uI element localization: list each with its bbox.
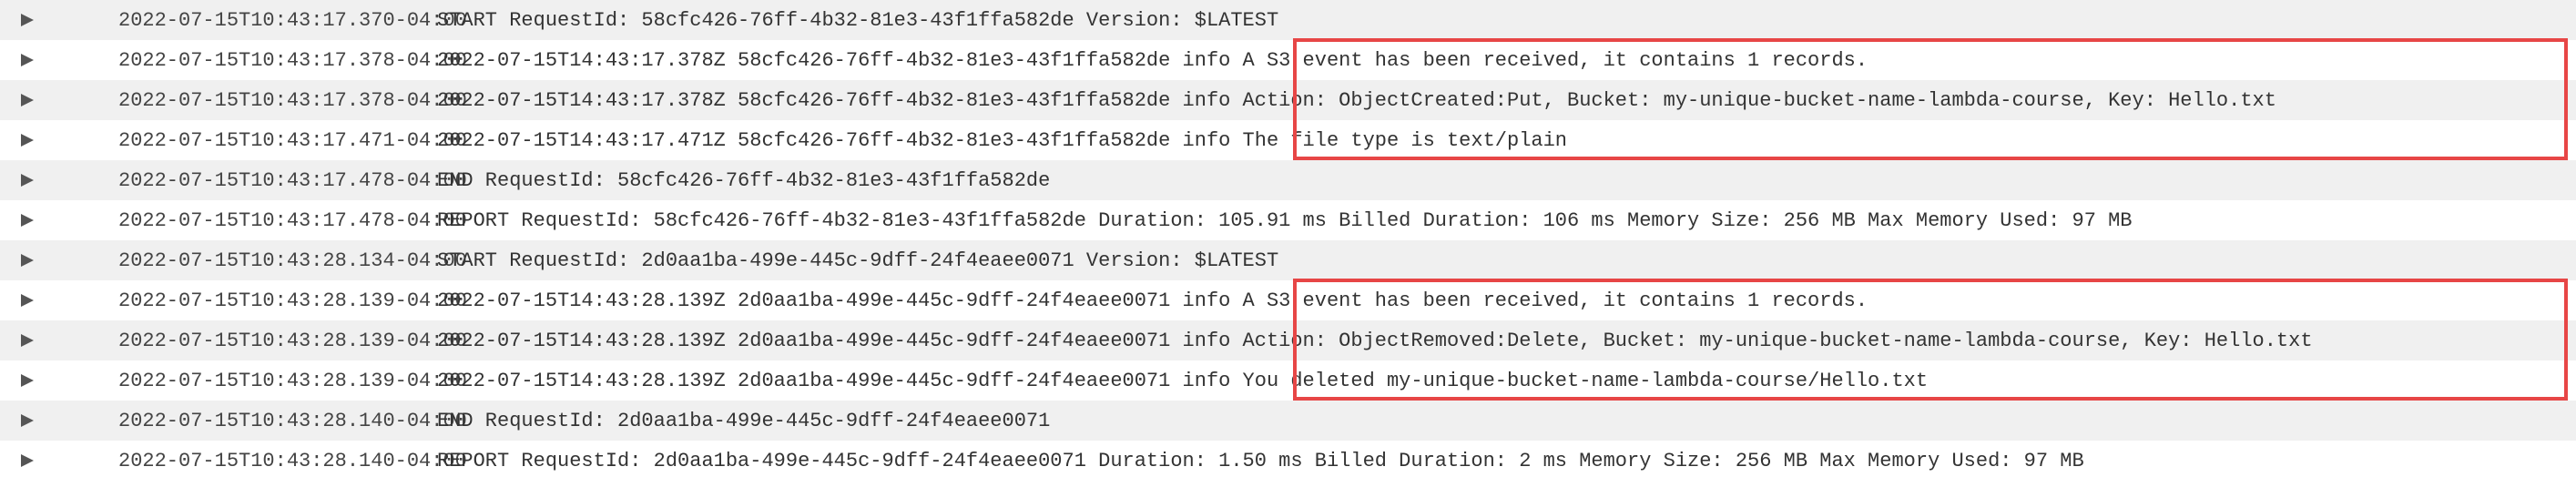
log-timestamp: 2022-07-15T10:43:17.478-04:00: [55, 169, 437, 192]
expand-icon[interactable]: [0, 374, 55, 387]
log-row[interactable]: 2022-07-15T10:43:28.140-04:00 REPORT Req…: [0, 441, 2576, 481]
log-message: REPORT RequestId: 2d0aa1ba-499e-445c-9df…: [437, 450, 2576, 472]
log-timestamp: 2022-07-15T10:43:28.140-04:00: [55, 410, 437, 432]
log-row[interactable]: 2022-07-15T10:43:28.139-04:00 2022-07-15…: [0, 280, 2576, 320]
log-timestamp: 2022-07-15T10:43:28.139-04:00: [55, 330, 437, 352]
log-row[interactable]: 2022-07-15T10:43:17.378-04:00 2022-07-15…: [0, 40, 2576, 80]
log-message: START RequestId: 2d0aa1ba-499e-445c-9dff…: [437, 249, 2576, 272]
log-row[interactable]: 2022-07-15T10:43:28.139-04:00 2022-07-15…: [0, 320, 2576, 360]
expand-icon[interactable]: [0, 94, 55, 107]
log-message: END RequestId: 58cfc426-76ff-4b32-81e3-4…: [437, 169, 2576, 192]
log-timestamp: 2022-07-15T10:43:28.140-04:00: [55, 450, 437, 472]
log-message: 2022-07-15T14:43:28.139Z 2d0aa1ba-499e-4…: [437, 289, 2576, 312]
log-timestamp: 2022-07-15T10:43:17.478-04:00: [55, 209, 437, 232]
expand-icon[interactable]: [0, 14, 55, 26]
log-row[interactable]: 2022-07-15T10:43:17.378-04:00 2022-07-15…: [0, 80, 2576, 120]
log-row[interactable]: 2022-07-15T10:43:28.139-04:00 2022-07-15…: [0, 360, 2576, 401]
expand-icon[interactable]: [0, 134, 55, 147]
log-row[interactable]: 2022-07-15T10:43:17.478-04:00 REPORT Req…: [0, 200, 2576, 240]
expand-icon[interactable]: [0, 334, 55, 347]
log-message: REPORT RequestId: 58cfc426-76ff-4b32-81e…: [437, 209, 2576, 232]
expand-icon[interactable]: [0, 414, 55, 427]
log-message: 2022-07-15T14:43:17.378Z 58cfc426-76ff-4…: [437, 49, 2576, 72]
log-row[interactable]: 2022-07-15T10:43:28.140-04:00 END Reques…: [0, 401, 2576, 441]
log-timestamp: 2022-07-15T10:43:17.370-04:00: [55, 9, 437, 32]
log-message: END RequestId: 2d0aa1ba-499e-445c-9dff-2…: [437, 410, 2576, 432]
log-message: 2022-07-15T14:43:28.139Z 2d0aa1ba-499e-4…: [437, 370, 2576, 392]
log-row[interactable]: 2022-07-15T10:43:28.134-04:00 START Requ…: [0, 240, 2576, 280]
expand-icon[interactable]: [0, 294, 55, 307]
expand-icon[interactable]: [0, 214, 55, 227]
log-timestamp: 2022-07-15T10:43:28.139-04:00: [55, 370, 437, 392]
log-timestamp: 2022-07-15T10:43:17.471-04:00: [55, 129, 437, 152]
log-message: 2022-07-15T14:43:17.378Z 58cfc426-76ff-4…: [437, 89, 2576, 112]
log-message: 2022-07-15T14:43:28.139Z 2d0aa1ba-499e-4…: [437, 330, 2576, 352]
log-table: 2022-07-15T10:43:17.370-04:00 START Requ…: [0, 0, 2576, 481]
expand-icon[interactable]: [0, 54, 55, 66]
log-timestamp: 2022-07-15T10:43:17.378-04:00: [55, 49, 437, 72]
log-timestamp: 2022-07-15T10:43:17.378-04:00: [55, 89, 437, 112]
expand-icon[interactable]: [0, 174, 55, 187]
log-row[interactable]: 2022-07-15T10:43:17.478-04:00 END Reques…: [0, 160, 2576, 200]
log-message: START RequestId: 58cfc426-76ff-4b32-81e3…: [437, 9, 2576, 32]
log-row[interactable]: 2022-07-15T10:43:17.370-04:00 START Requ…: [0, 0, 2576, 40]
log-viewer: 2022-07-15T10:43:17.370-04:00 START Requ…: [0, 0, 2576, 481]
log-message: 2022-07-15T14:43:17.471Z 58cfc426-76ff-4…: [437, 129, 2576, 152]
log-timestamp: 2022-07-15T10:43:28.139-04:00: [55, 289, 437, 312]
expand-icon[interactable]: [0, 454, 55, 467]
log-timestamp: 2022-07-15T10:43:28.134-04:00: [55, 249, 437, 272]
expand-icon[interactable]: [0, 254, 55, 267]
log-row[interactable]: 2022-07-15T10:43:17.471-04:00 2022-07-15…: [0, 120, 2576, 160]
